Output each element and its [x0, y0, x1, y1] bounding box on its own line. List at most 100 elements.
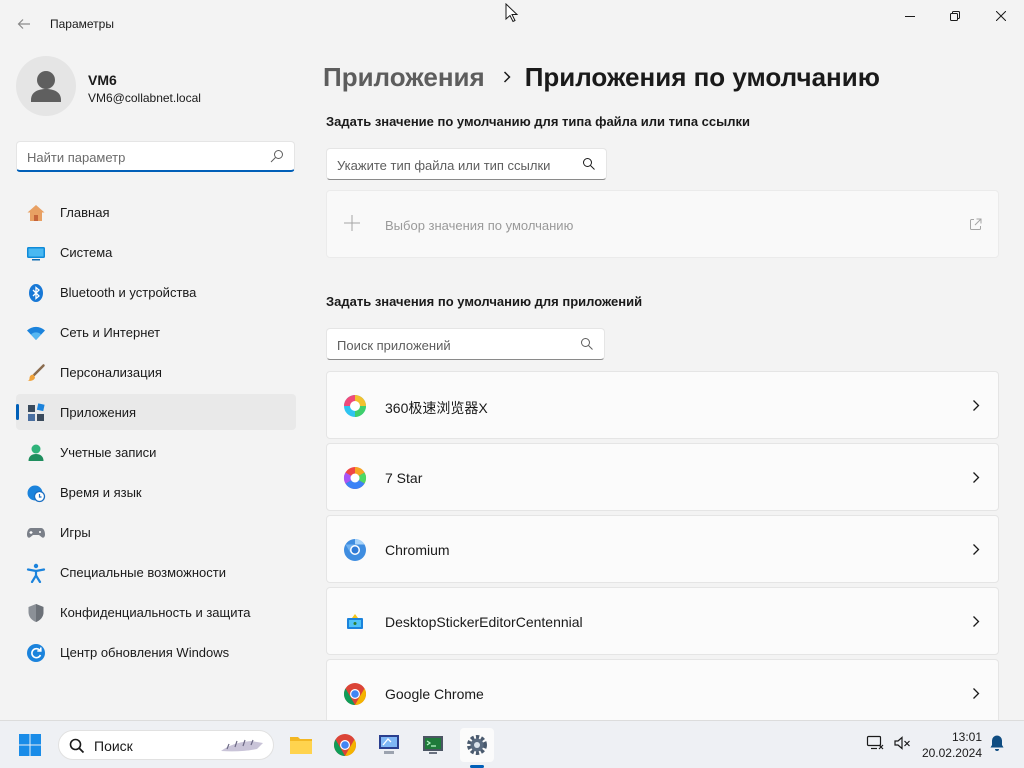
back-arrow-icon [17, 19, 30, 29]
sidebar-item-time-language[interactable]: Время и язык [16, 474, 296, 510]
taskbar-clock[interactable]: 13:01 20.02.2024 [922, 729, 982, 761]
sticker-editor-icon [347, 614, 363, 629]
chrome-icon [344, 683, 366, 705]
taskbar-file-explorer[interactable] [284, 728, 318, 762]
app-name: Chromium [385, 542, 450, 558]
clock-time: 13:01 [951, 730, 982, 744]
restore-button[interactable] [932, 0, 978, 32]
app-name: Google Chrome [385, 686, 484, 702]
apps-section-title: Задать значения по умолчанию для приложе… [326, 294, 643, 309]
taskbar: Поиск 13:01 20.02.2024 [0, 720, 1024, 768]
network-status-icon[interactable] [866, 734, 884, 752]
sidebar-item-home[interactable]: Главная [16, 194, 296, 230]
chevron-right-icon [973, 472, 980, 483]
minimize-button[interactable] [887, 0, 933, 32]
volume-muted-icon[interactable] [893, 734, 911, 752]
taskbar-remote-desktop[interactable] [372, 728, 406, 762]
sidebar-item-accessibility[interactable]: Специальные возможности [16, 554, 296, 590]
page-title: Приложения по умолчанию [524, 61, 880, 92]
notification-bell-icon[interactable] [989, 734, 1005, 752]
chevron-right-icon [503, 71, 511, 83]
wifi-icon [26, 323, 46, 343]
chevron-right-icon [973, 688, 980, 699]
taskbar-terminal[interactable] [416, 728, 450, 762]
sidebar-item-personalization[interactable]: Персонализация [16, 354, 296, 390]
filetype-section-title: Задать значение по умолчанию для типа фа… [326, 114, 750, 129]
window-title: Параметры [50, 17, 114, 31]
app-row-360-browser[interactable]: 360极速浏览器X [326, 371, 999, 439]
sidebar-item-label: Система [60, 245, 113, 260]
settings-search-input[interactable] [27, 147, 267, 167]
sidebar-nav: Главная Система Bluetooth и устройства С… [16, 194, 296, 674]
filetype-search-box[interactable] [326, 148, 607, 180]
search-highlight-icon [221, 739, 263, 752]
sidebar-item-bluetooth[interactable]: Bluetooth и устройства [16, 274, 296, 310]
chevron-right-icon [973, 544, 980, 555]
chevron-right-icon [973, 616, 980, 627]
terminal-icon [423, 736, 443, 754]
update-icon [26, 643, 46, 663]
taskbar-chrome[interactable] [328, 728, 362, 762]
sidebar-item-label: Игры [60, 525, 91, 540]
app-row-google-chrome[interactable]: Google Chrome [326, 659, 999, 720]
taskbar-settings[interactable] [460, 728, 494, 762]
app-row-desktop-sticker-editor[interactable]: DesktopStickerEditorCentennial [326, 587, 999, 655]
settings-gear-icon [467, 735, 487, 755]
sidebar-item-gaming[interactable]: Игры [16, 514, 296, 550]
breadcrumb-parent-link[interactable]: Приложения [323, 62, 485, 93]
sidebar-item-label: Время и язык [60, 485, 142, 500]
search-icon [581, 338, 593, 350]
sidebar-item-network[interactable]: Сеть и Интернет [16, 314, 296, 350]
sidebar-item-privacy[interactable]: Конфиденциальность и защита [16, 594, 296, 630]
search-icon [583, 158, 595, 170]
360-browser-icon [344, 395, 366, 417]
choose-default-label: Выбор значения по умолчанию [385, 218, 574, 233]
sidebar-item-windows-update[interactable]: Центр обновления Windows [16, 634, 296, 670]
file-explorer-icon [290, 737, 312, 754]
app-search-input[interactable] [337, 335, 577, 355]
brush-icon [26, 363, 46, 383]
sidebar-item-accounts[interactable]: Учетные записи [16, 434, 296, 470]
taskbar-search[interactable]: Поиск [58, 730, 274, 760]
account-icon [26, 443, 46, 463]
7star-browser-icon [344, 467, 366, 489]
system-display-icon [26, 243, 46, 263]
sidebar-item-apps[interactable]: Приложения [16, 394, 296, 430]
start-button[interactable] [18, 733, 42, 762]
search-icon [69, 738, 85, 754]
app-name: 7 Star [385, 470, 423, 486]
sidebar-item-label: Bluetooth и устройства [60, 285, 197, 300]
sidebar-item-label: Приложения [60, 405, 137, 420]
settings-search-box[interactable] [16, 141, 295, 172]
app-search-box[interactable] [326, 328, 605, 360]
minimize-icon [905, 16, 915, 17]
app-row-7-star[interactable]: 7 Star [326, 443, 999, 511]
accessibility-icon [26, 563, 46, 583]
sidebar-item-label: Специальные возможности [60, 565, 226, 580]
mouse-cursor-icon [505, 3, 519, 23]
close-button[interactable] [978, 0, 1024, 32]
user-profile[interactable]: VM6 VM6@collabnet.local [16, 56, 296, 120]
clock-globe-icon [26, 483, 46, 503]
restore-icon [950, 11, 960, 21]
user-email: VM6@collabnet.local [88, 91, 201, 105]
chromium-icon [344, 539, 366, 561]
chrome-icon [334, 734, 356, 756]
breadcrumb: Приложения Приложения по умолчанию [323, 60, 880, 94]
taskbar-search-label: Поиск [94, 738, 133, 754]
gamepad-icon [26, 523, 46, 543]
user-name: VM6 [88, 72, 117, 88]
sidebar-item-label: Главная [60, 205, 110, 220]
close-icon [996, 11, 1006, 21]
back-button[interactable] [10, 10, 38, 38]
home-icon [26, 203, 46, 223]
plus-icon [344, 215, 360, 231]
bluetooth-icon [26, 283, 46, 303]
sidebar-item-label: Конфиденциальность и защита [60, 605, 251, 620]
app-row-chromium[interactable]: Chromium [326, 515, 999, 583]
filetype-search-input[interactable] [337, 155, 577, 175]
shield-icon [26, 603, 46, 623]
chevron-right-icon [973, 400, 980, 411]
search-icon [270, 150, 283, 163]
sidebar-item-system[interactable]: Система [16, 234, 296, 270]
